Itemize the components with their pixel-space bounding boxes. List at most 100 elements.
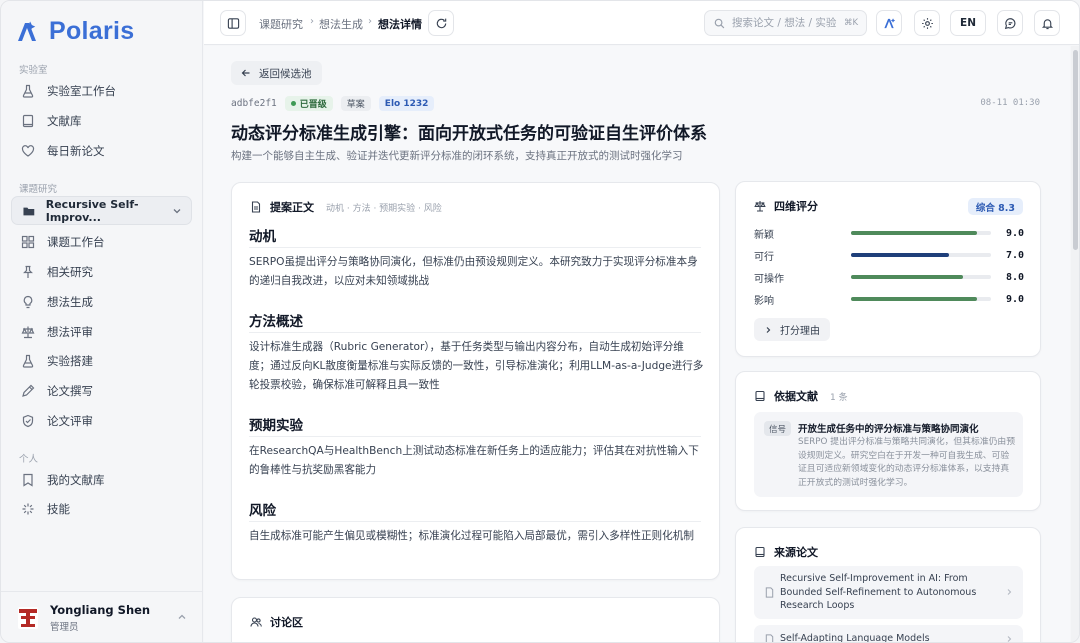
refresh-button[interactable] bbox=[428, 10, 454, 36]
sidebar-item-label: 技能 bbox=[47, 502, 70, 516]
sidebar-toggle-icon bbox=[227, 17, 239, 29]
breadcrumb-idea-generation[interactable]: 想法生成 bbox=[319, 16, 363, 32]
sidebar-item-label: 相关研究 bbox=[47, 265, 93, 279]
assistant-button[interactable] bbox=[876, 10, 902, 36]
score-row: 影响 9.0 bbox=[754, 292, 1024, 307]
reference-description: SERPO 提出评分标准与策略共同演化，但其标准仍由预设规则定义。研究空白在于开… bbox=[798, 437, 1016, 488]
sidebar-item-experiment-setup[interactable]: 实验搭建 bbox=[11, 347, 193, 375]
chevron-right-icon bbox=[766, 326, 771, 333]
sidebar-item-lab-workbench[interactable]: 实验室工作台 bbox=[11, 77, 193, 105]
grid-icon bbox=[21, 235, 35, 249]
sidebar-item-project-workbench[interactable]: 课题工作台 bbox=[11, 228, 193, 256]
sidebar-item-label: 课题工作台 bbox=[47, 235, 105, 249]
book-icon bbox=[755, 546, 765, 558]
score-value: 9.0 bbox=[1005, 293, 1024, 305]
chat-icon bbox=[1004, 17, 1015, 29]
divider bbox=[249, 436, 701, 437]
page-title: 动态评分标准生成引擎：面向开放式任务的可验证自生评价体系 bbox=[231, 124, 707, 144]
elo-badge: Elo 1232 bbox=[378, 96, 435, 111]
sidebar-item-idea-generation[interactable]: 想法生成 bbox=[11, 288, 193, 316]
chevron-down-icon bbox=[173, 209, 181, 214]
avatar bbox=[18, 607, 38, 629]
scores-card-header: 四维评分 bbox=[754, 198, 818, 214]
sidebar-item-library[interactable]: 文献库 bbox=[11, 107, 193, 135]
sidebar-item-label: 文献库 bbox=[47, 114, 82, 128]
toggle-sidebar-button[interactable] bbox=[220, 10, 246, 36]
sidebar-item-idea-review[interactable]: 想法评审 bbox=[11, 318, 193, 346]
project-icon bbox=[23, 207, 35, 215]
app-window: Polaris 实验室 实验室工作台 文献库 每日新论文 课题研究 Recurs… bbox=[0, 0, 1080, 643]
project-selector[interactable]: Recursive Self-Improv... bbox=[11, 196, 192, 225]
search-input[interactable] bbox=[732, 17, 837, 29]
proposal-card: 提案正文 动机 · 方法 · 预期实验 · 风险 动机 SERPO虽提出评分与策… bbox=[231, 182, 720, 580]
status-badge: 已晋级 bbox=[284, 96, 333, 111]
sidebar-item-skills[interactable]: 技能 bbox=[11, 495, 193, 523]
section-label-personal: 个人 bbox=[19, 454, 39, 465]
sidebar-item-my-library[interactable]: 我的文献库 bbox=[11, 466, 193, 494]
sidebar-item-related-research[interactable]: 相关研究 bbox=[11, 258, 193, 286]
page-subtitle: 构建一个能够自主生成、验证并迭代更新评分标准的闭环系统，支持真正开放式的测试时强… bbox=[231, 150, 683, 162]
section-body-motivation: SERPO虽提出评分与策略协同演化，但标准仍由预设规则定义。本研究致力于实现评分… bbox=[249, 256, 698, 287]
users-icon bbox=[250, 617, 262, 627]
sidebar-item-label: 实验搭建 bbox=[47, 354, 93, 368]
score-bar-fill bbox=[851, 253, 949, 257]
section-heading-experiments: 预期实验 bbox=[249, 418, 303, 434]
pin-icon bbox=[23, 265, 33, 278]
sidebar-item-label: 我的文献库 bbox=[47, 473, 105, 487]
back-button[interactable]: 返回候选池 bbox=[231, 61, 322, 85]
reference-title: 开放生成任务中的评分标准与策略协同演化 bbox=[798, 424, 979, 435]
draft-badge: 草案 bbox=[340, 96, 371, 111]
source-paper-item[interactable]: Recursive Self-Improvement in AI: From B… bbox=[754, 566, 1023, 619]
score-label: 可操作 bbox=[754, 273, 784, 285]
references-card: 依据文献 1 条 信号 开放生成任务中的评分标准与策略协同演化 SERPO 提出… bbox=[735, 371, 1041, 511]
score-bar-fill bbox=[851, 297, 977, 301]
app-name: Polaris bbox=[49, 17, 135, 45]
source-paper-item[interactable]: Self-Adapting Language Models bbox=[754, 625, 1023, 642]
section-label-research: 课题研究 bbox=[19, 184, 58, 195]
sidebar-item-label: 想法评审 bbox=[47, 325, 93, 339]
sidebar-item-label: 论文撰写 bbox=[47, 384, 93, 398]
reference-item[interactable]: 信号 开放生成任务中的评分标准与策略协同演化 SERPO 提出评分标准与策略共同… bbox=[754, 412, 1023, 497]
logo[interactable]: Polaris bbox=[15, 17, 134, 46]
score-label: 影响 bbox=[754, 295, 774, 307]
source-papers-title: 来源论文 bbox=[774, 546, 818, 559]
sidebar-item-label: 想法生成 bbox=[47, 295, 93, 309]
discussion-title: 讨论区 bbox=[270, 616, 303, 629]
refresh-icon bbox=[436, 18, 446, 28]
section-body-risks: 自生成标准可能产生偏见或模糊性；标准演化过程可能陷入局部最优，需引入多样性正则化… bbox=[249, 530, 694, 542]
notifications-button[interactable] bbox=[1034, 10, 1060, 36]
divider bbox=[249, 521, 701, 522]
score-reason-button[interactable]: 打分理由 bbox=[754, 318, 830, 341]
score-row: 可操作 8.0 bbox=[754, 270, 1024, 285]
scrollbar-thumb[interactable] bbox=[1073, 50, 1078, 250]
language-toggle-button[interactable]: EN bbox=[950, 10, 986, 36]
user-menu[interactable]: Yongliang Shen 管理员 bbox=[1, 591, 203, 642]
project-selector-label: Recursive Self-Improv... bbox=[45, 197, 139, 224]
chevron-up-icon bbox=[178, 614, 186, 619]
sidebar-item-label: 论文评审 bbox=[47, 414, 93, 428]
scores-card: 四维评分 综合 8.3 新颖 9.0 可行 7.0 可操作 8.0 影响 9.0 打分理由 bbox=[735, 181, 1041, 357]
score-value: 8.0 bbox=[1005, 271, 1024, 283]
proposal-hint: 动机 · 方法 · 预期实验 · 风险 bbox=[326, 203, 442, 214]
section-heading-risks: 风险 bbox=[249, 503, 276, 519]
sidebar-item-paper-writing[interactable]: 论文撰写 bbox=[11, 377, 193, 405]
breadcrumb-separator: › bbox=[368, 16, 372, 27]
topbar: 课题研究 › 想法生成 › 想法详情 ⌘K EN bbox=[204, 1, 1079, 45]
heart-icon bbox=[21, 145, 35, 157]
shield-icon bbox=[22, 414, 34, 428]
document-icon bbox=[251, 201, 261, 213]
sidebar-item-daily-papers[interactable]: 每日新论文 bbox=[11, 137, 193, 165]
breadcrumb-research[interactable]: 课题研究 bbox=[259, 16, 303, 32]
arrow-left-icon bbox=[241, 69, 250, 77]
overall-score-badge: 综合 8.3 bbox=[967, 198, 1023, 215]
idea-timestamp: 08-11 01:30 bbox=[980, 98, 1040, 108]
sidebar-item-paper-review[interactable]: 论文评审 bbox=[11, 407, 193, 435]
section-body-experiments: 在ResearchQA与HealthBench上测试动态标准在新任务上的适应能力… bbox=[249, 445, 699, 476]
chat-button[interactable] bbox=[997, 10, 1023, 36]
source-papers-card: 来源论文 Recursive Self-Improvement in AI: F… bbox=[735, 527, 1041, 642]
score-bar-track bbox=[851, 253, 991, 257]
scrollbar[interactable] bbox=[1071, 46, 1079, 642]
status-dot bbox=[290, 101, 296, 106]
search-bar[interactable]: ⌘K bbox=[704, 10, 867, 36]
settings-button[interactable] bbox=[914, 10, 940, 36]
